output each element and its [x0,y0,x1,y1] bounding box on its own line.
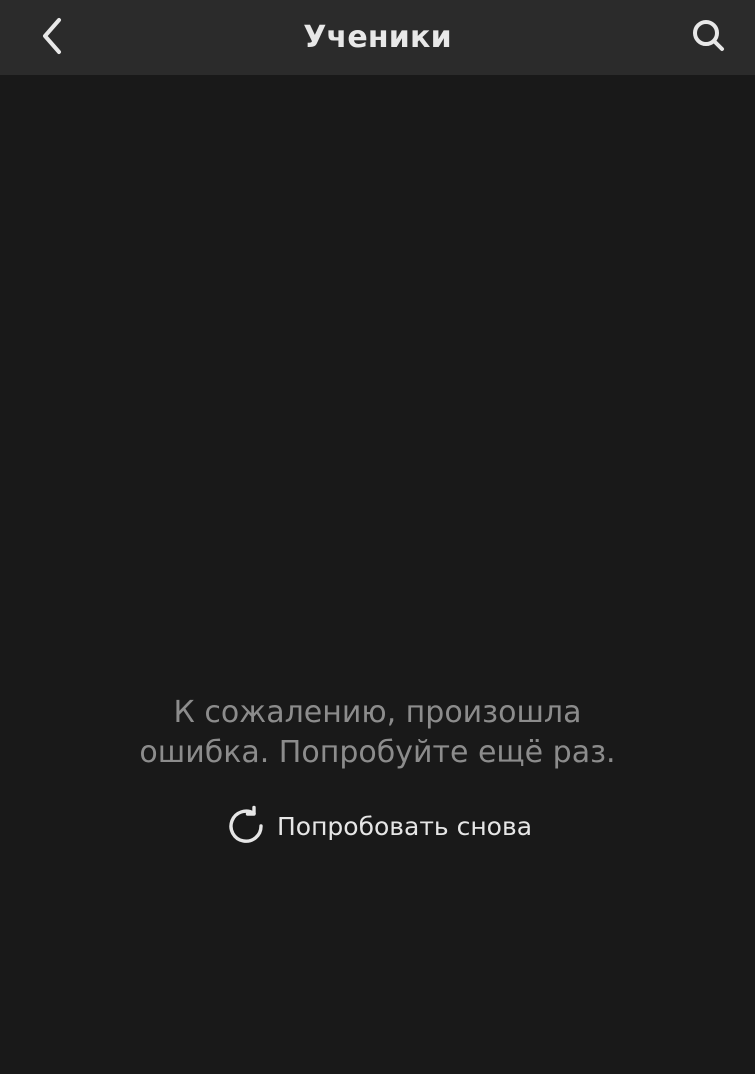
page-title: Ученики [303,20,452,55]
students-screen: Ученики К сожалению, произошла ошибка. П… [0,0,755,1074]
error-message: К сожалению, произошла ошибка. Попробуйт… [0,693,755,773]
error-message-line-1: К сожалению, произошла [173,695,582,730]
refresh-icon [223,803,269,849]
retry-button[interactable]: Попробовать снова [0,803,755,849]
search-icon [689,16,729,60]
retry-button-label: Попробовать снова [276,811,533,841]
error-message-line-2: ошибка. Попробуйте ещё раз. [139,735,616,770]
chevron-left-icon [35,16,69,60]
top-app-bar: Ученики [0,0,755,75]
main-content: К сожалению, произошла ошибка. Попробуйт… [0,75,755,1074]
search-button[interactable] [681,10,737,66]
back-button[interactable] [24,10,80,66]
